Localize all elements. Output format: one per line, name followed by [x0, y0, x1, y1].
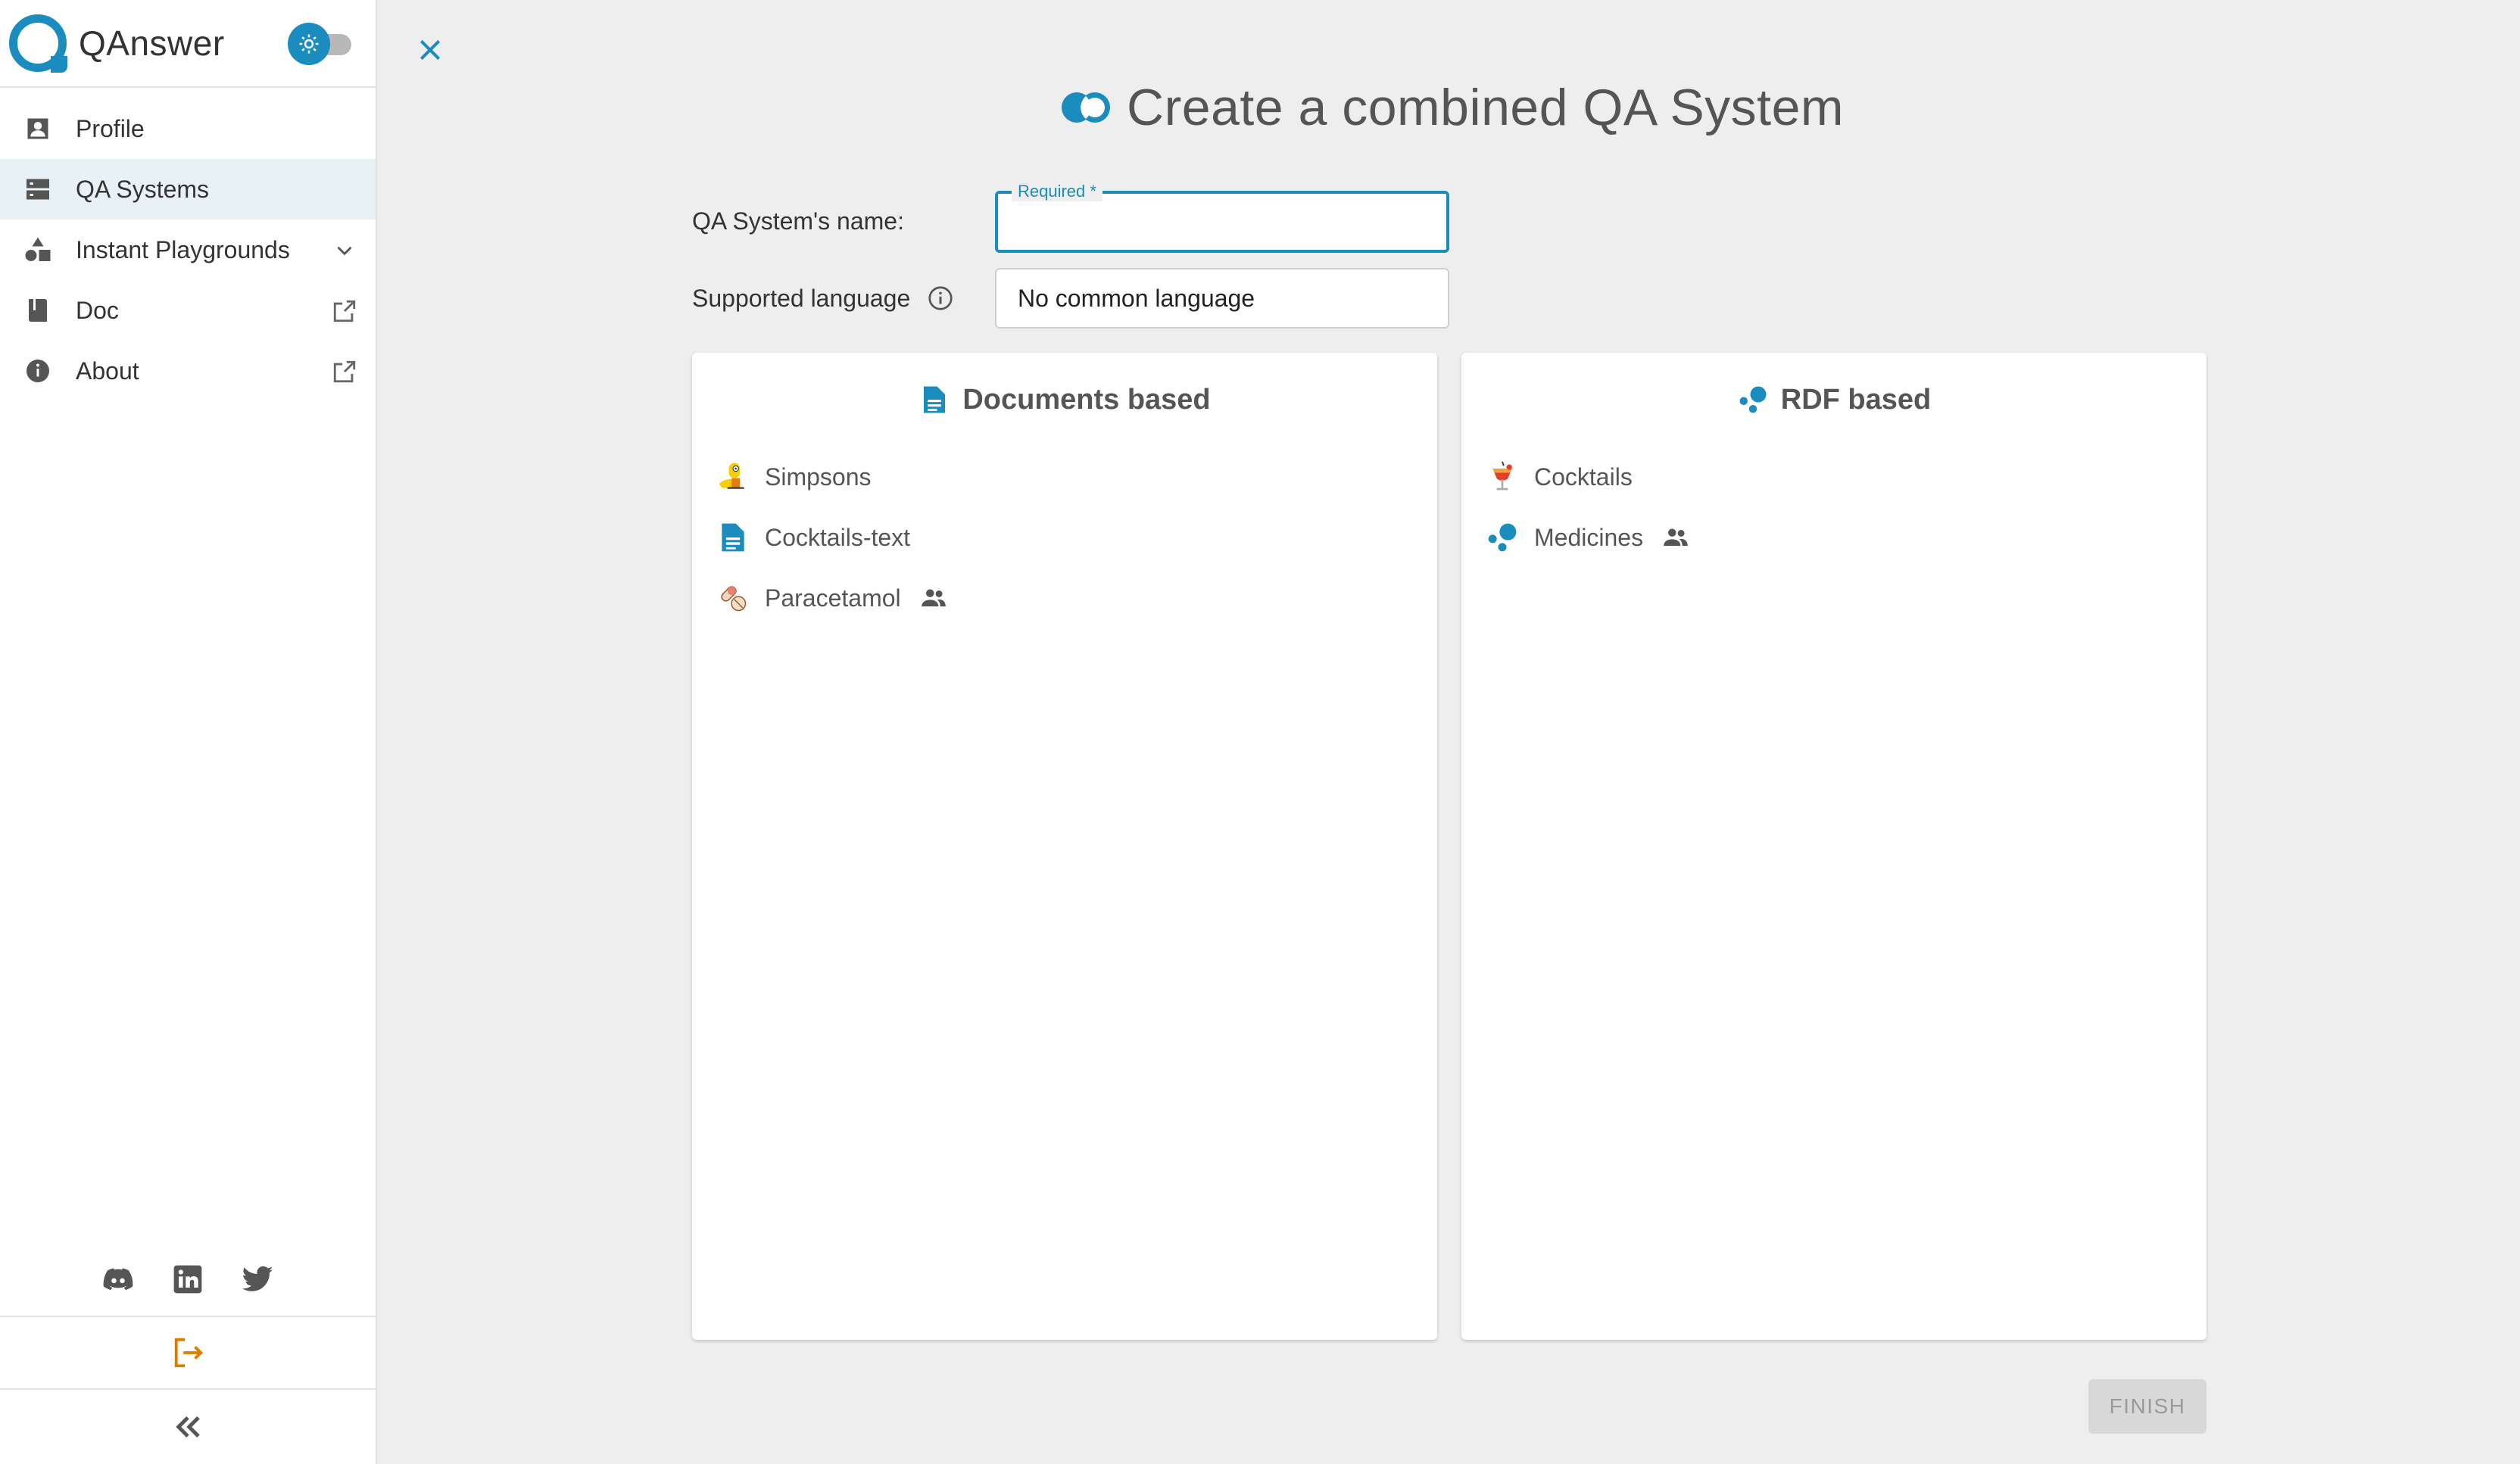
pills-icon: [721, 586, 747, 612]
shapes-icon: [25, 237, 51, 261]
required-legend: Required *: [1012, 182, 1102, 201]
external-link-icon[interactable]: [332, 359, 357, 385]
info-icon: [27, 360, 49, 382]
sidebar: QAnswer Profile QA Systems Instant Playg…: [0, 0, 377, 1464]
list-item-label: Cocktails-text: [765, 523, 911, 551]
list-item-label: Medicines: [1534, 523, 1644, 551]
name-input[interactable]: [998, 194, 1446, 250]
panel-header: RDF based: [1461, 353, 2207, 447]
sidebar-item-label: QA Systems: [76, 175, 210, 203]
simpsons-icon: [719, 463, 744, 489]
list-item-label: Paracetamol: [765, 584, 901, 612]
language-label: Supported language: [692, 285, 911, 312]
sidebar-item-profile[interactable]: Profile: [0, 98, 376, 159]
document-icon: [722, 523, 744, 552]
sidebar-item-instant-playgrounds[interactable]: Instant Playgrounds: [0, 220, 376, 280]
rdf-icon: [1488, 523, 1517, 552]
language-select[interactable]: No common language: [995, 268, 1449, 329]
page-header: Create a combined QA System: [1060, 76, 1844, 139]
sidebar-item-label: Profile: [76, 114, 145, 142]
qa-systems-icon: [27, 179, 49, 200]
twitter-icon[interactable]: [241, 1263, 274, 1296]
list-item-cocktails[interactable]: Cocktails: [1461, 447, 2207, 507]
brand-header: QAnswer: [0, 0, 376, 88]
chevron-down-icon[interactable]: [332, 238, 357, 263]
discord-icon[interactable]: [101, 1263, 135, 1296]
list-item-medicines[interactable]: Medicines: [1461, 507, 2207, 568]
finish-button[interactable]: FINISH: [2088, 1379, 2207, 1434]
panel-title: Documents based: [962, 383, 1211, 416]
list-item-cocktails-text[interactable]: Cocktails-text: [692, 507, 1437, 568]
linkedin-icon[interactable]: [171, 1263, 204, 1296]
panel-header: Documents based: [692, 353, 1437, 447]
external-link-icon[interactable]: [332, 298, 357, 324]
cocktail-icon: [1492, 461, 1512, 491]
sidebar-item-about[interactable]: About: [0, 341, 376, 401]
logout-button[interactable]: [0, 1316, 376, 1390]
document-icon: [924, 386, 946, 413]
sidebar-item-label: Instant Playgrounds: [76, 235, 290, 263]
sidebar-item-qa-systems[interactable]: QA Systems: [0, 159, 376, 220]
sidebar-item-doc[interactable]: Doc: [0, 280, 376, 341]
app-name: QAnswer: [79, 23, 225, 63]
name-field[interactable]: Required *: [995, 182, 1449, 253]
list-item-paracetamol[interactable]: Paracetamol: [692, 568, 1437, 628]
list-item-label: Cocktails: [1534, 463, 1633, 491]
info-icon[interactable]: [927, 285, 954, 312]
shared-users-icon: [1664, 528, 1688, 547]
double-chevron-left-icon: [176, 1416, 200, 1438]
logout-icon: [174, 1338, 203, 1368]
name-label: QA System's name:: [692, 207, 904, 235]
rdf-panel: RDF based Cocktails Medicines: [1461, 353, 2207, 1340]
page-title: Create a combined QA System: [1127, 79, 1845, 136]
panel-title: RDF based: [1780, 383, 1932, 416]
list-item-simpsons[interactable]: Simpsons: [692, 447, 1437, 507]
qanswer-logo-icon[interactable]: [9, 14, 67, 73]
rdf-icon: [1739, 386, 1767, 413]
sun-icon: [288, 23, 330, 65]
combined-circles-icon: [1062, 92, 1110, 123]
theme-toggle[interactable]: [288, 23, 354, 65]
social-links: [0, 1249, 376, 1310]
collapse-sidebar-button[interactable]: [0, 1390, 376, 1464]
list-item-label: Simpsons: [765, 463, 872, 491]
shared-users-icon: [921, 589, 946, 607]
book-icon: [29, 299, 47, 322]
sidebar-nav: Profile QA Systems Instant Playgrounds D…: [0, 88, 376, 401]
profile-icon: [27, 118, 48, 139]
sidebar-item-label: About: [76, 357, 139, 385]
documents-panel: Documents based Simpsons Cocktails-text …: [692, 353, 1437, 1340]
sidebar-item-label: Doc: [76, 296, 119, 324]
language-value: No common language: [1018, 284, 1255, 312]
close-icon[interactable]: [415, 35, 445, 65]
